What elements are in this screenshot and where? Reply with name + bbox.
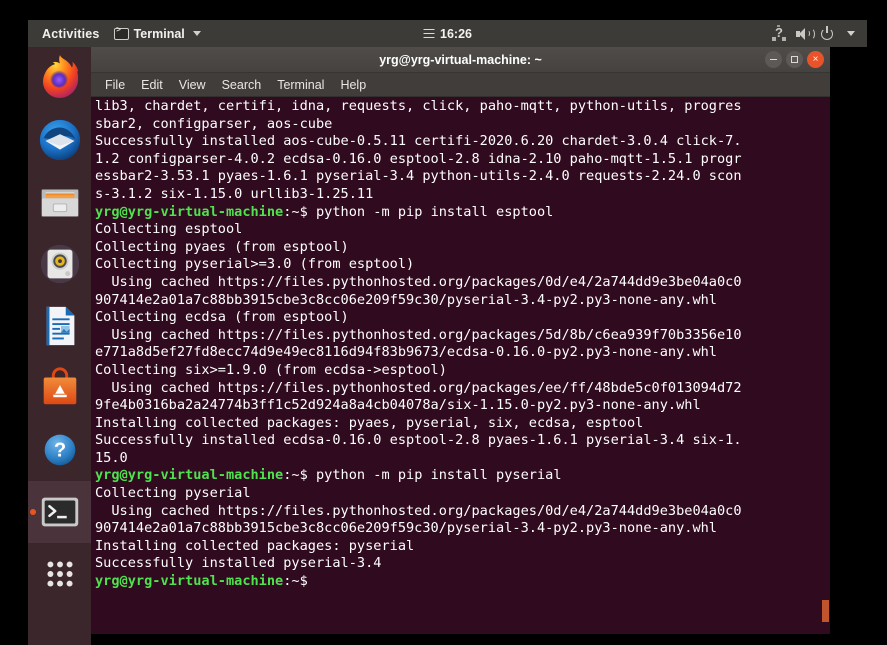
- thunderbird-icon: [39, 119, 80, 161]
- menu-search[interactable]: Search: [214, 76, 270, 94]
- activities-button[interactable]: Activities: [28, 27, 108, 41]
- terminal-output-line: Using cached https://files.pythonhosted.…: [95, 273, 742, 290]
- menu-terminal[interactable]: Terminal: [269, 76, 332, 94]
- menu-edit[interactable]: Edit: [133, 76, 171, 94]
- help-icon: ?: [44, 434, 75, 466]
- system-tray[interactable]: ?: [772, 24, 855, 41]
- terminal-command-line: yrg@yrg-virtual-machine:~$ python -m pip…: [95, 204, 830, 222]
- terminal-output-line: Successfully installed aos-cube-0.5.11 c…: [95, 133, 742, 150]
- terminal-output-line: Installing collected packages: pyserial: [95, 537, 415, 554]
- ubuntu-dock: ?: [28, 47, 91, 645]
- dock-item-thunderbird[interactable]: [28, 109, 91, 171]
- close-button[interactable]: ×: [807, 51, 824, 68]
- svg-text:?: ?: [53, 440, 65, 462]
- desktop-screen: Activities Terminal 16:26 ?: [0, 0, 887, 645]
- window-controls: ×: [765, 51, 824, 68]
- maximize-button[interactable]: [786, 51, 803, 68]
- dock-item-rhythmbox[interactable]: [28, 233, 91, 295]
- terminal-output-line: 15.0: [95, 449, 128, 466]
- menu-view[interactable]: View: [171, 76, 214, 94]
- terminal-output-line: 1.2 configparser-4.0.2 ecdsa-0.16.0 espt…: [95, 150, 742, 167]
- terminal-output-line: sbar2, configparser, aos-cube: [95, 115, 333, 132]
- window-title: yrg@yrg-virtual-machine: ~: [379, 52, 542, 67]
- firefox-icon: [42, 55, 78, 98]
- dock-item-terminal[interactable]: [28, 481, 91, 543]
- terminal-output-line: Collecting ecdsa (from esptool): [95, 309, 349, 326]
- clock-area[interactable]: 16:26: [423, 27, 472, 41]
- dock-item-ubuntu-software[interactable]: [28, 357, 91, 419]
- clock-text: 16:26: [440, 26, 472, 41]
- terminal-output-line: s-3.1.2 six-1.15.0 urllib3-1.25.11: [95, 185, 374, 202]
- minimize-button[interactable]: [765, 51, 782, 68]
- terminal-command-text: :~$: [283, 573, 316, 590]
- terminal-output-line: Using cached https://files.pythonhosted.…: [95, 379, 742, 396]
- terminal-output-line: lib3, chardet, certifi, idna, requests, …: [95, 98, 742, 114]
- calendar-icon: [423, 28, 435, 39]
- terminal-output-area[interactable]: lib3, chardet, certifi, idna, requests, …: [91, 97, 830, 634]
- terminal-window: yrg@yrg-virtual-machine: ~ × File Edit V…: [91, 47, 830, 634]
- terminal-command-text: :~$ python -m pip install pyserial: [283, 467, 562, 484]
- terminal-output-line: 907414e2a01a7c88bb3915cbe3c8cc06e209f59c…: [95, 520, 717, 537]
- terminal-command-line: yrg@yrg-virtual-machine:~$: [95, 573, 830, 591]
- terminal-output-line: Using cached https://files.pythonhosted.…: [95, 326, 742, 343]
- terminal-output-line: Using cached https://files.pythonhosted.…: [95, 502, 742, 519]
- files-icon: [41, 189, 78, 217]
- terminal-output-line: Collecting esptool: [95, 221, 243, 238]
- menu-bar: File Edit View Search Terminal Help: [91, 73, 830, 97]
- terminal-prompt: yrg@yrg-virtual-machine: [95, 573, 284, 590]
- rhythmbox-icon: [40, 244, 79, 284]
- gnome-top-bar: Activities Terminal 16:26 ?: [28, 20, 867, 47]
- terminal-output-line: essbar2-3.53.1 pyaes-1.6.1 pyserial-3.4 …: [95, 168, 742, 185]
- terminal-output-line: Successfully installed ecdsa-0.16.0 espt…: [95, 432, 742, 449]
- ubuntu-software-icon: [43, 367, 76, 405]
- libreoffice-writer-icon: [46, 306, 74, 346]
- terminal-command-text: :~$ python -m pip install esptool: [283, 203, 554, 220]
- dock-item-firefox[interactable]: [28, 47, 91, 109]
- terminal-output-line: Collecting pyserial>=3.0 (from esptool): [95, 256, 415, 273]
- terminal-scrollbar[interactable]: [822, 600, 829, 622]
- terminal-command-line: yrg@yrg-virtual-machine:~$ python -m pip…: [95, 467, 830, 485]
- window-titlebar[interactable]: yrg@yrg-virtual-machine: ~ ×: [91, 47, 830, 73]
- terminal-output-line: Collecting pyaes (from esptool): [95, 238, 349, 255]
- terminal-output-line: 9fe4b0316ba2a24774b3ff1c52d924a8a4cb0407…: [95, 397, 701, 414]
- terminal-text: lib3, chardet, certifi, idna, requests, …: [93, 98, 830, 591]
- dock-item-show-applications[interactable]: [28, 543, 91, 605]
- app-menu-label: Terminal: [133, 26, 185, 41]
- dock-item-help[interactable]: ?: [28, 419, 91, 481]
- menu-help[interactable]: Help: [332, 76, 374, 94]
- terminal-output-line: 907414e2a01a7c88bb3915cbe3c8cc06e209f59c…: [95, 291, 717, 308]
- terminal-icon: [113, 26, 129, 40]
- terminal-output-line: Installing collected packages: pyaes, py…: [95, 414, 644, 431]
- show-applications-icon: [46, 561, 73, 587]
- network-unknown-icon: ?: [772, 24, 787, 41]
- terminal-prompt: yrg@yrg-virtual-machine: [95, 467, 284, 484]
- chevron-down-icon: [192, 31, 201, 36]
- volume-icon: [796, 27, 815, 41]
- terminal-output-line: Collecting six>=1.9.0 (from ecdsa->espto…: [95, 361, 447, 378]
- tray-chevron-down-icon[interactable]: [847, 31, 855, 36]
- terminal-output-line: Successfully installed pyserial-3.4: [95, 555, 382, 572]
- terminal-prompt: yrg@yrg-virtual-machine: [95, 203, 284, 220]
- terminal-output-line: e771a8d5ef27fd8ecc74d9e49ec8116d94f83b96…: [95, 344, 717, 361]
- power-icon: [821, 26, 835, 41]
- dock-item-files[interactable]: [28, 171, 91, 233]
- terminal-icon: [41, 497, 78, 527]
- app-menu-terminal[interactable]: Terminal: [108, 26, 207, 41]
- dock-item-libreoffice-writer[interactable]: [28, 295, 91, 357]
- terminal-output-line: Collecting pyserial: [95, 485, 251, 502]
- menu-file[interactable]: File: [97, 76, 133, 94]
